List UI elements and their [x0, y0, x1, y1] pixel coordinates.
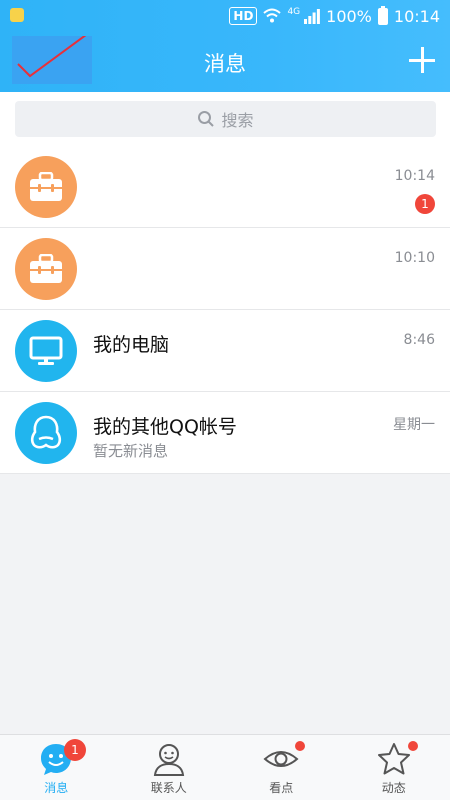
tab-contacts[interactable]: 联系人	[113, 735, 226, 800]
star-icon	[376, 741, 412, 777]
tab-watch[interactable]: 看点	[225, 735, 338, 800]
hd-indicator: HD	[229, 7, 258, 25]
notification-dot	[295, 741, 305, 751]
briefcase-icon	[15, 156, 77, 218]
status-bar: HD 4G 100% 10:14	[0, 0, 450, 32]
eye-icon	[263, 741, 299, 777]
monitor-icon	[15, 320, 77, 382]
tab-badge: 1	[64, 739, 86, 761]
conversation-row[interactable]: 10:10	[0, 228, 450, 310]
conversation-name: 我的电脑	[93, 334, 170, 356]
battery-percent: 100%	[326, 6, 372, 26]
search-icon	[198, 111, 215, 127]
conversation-time: 10:10	[394, 250, 435, 266]
qq-penguin-icon	[15, 402, 77, 464]
conversation-row[interactable]: 我的其他QQ帐号 暂无新消息 星期一	[0, 392, 450, 474]
tab-label: 看点	[269, 781, 294, 795]
signal-icon	[304, 9, 321, 24]
conversation-preview: 暂无新消息	[93, 442, 169, 460]
header: HD 4G 100% 10:14 消息	[0, 0, 450, 92]
status-bar-right: HD 4G 100% 10:14	[229, 5, 440, 27]
bottom-nav: 消息 1 联系人 看点 动态	[0, 734, 450, 800]
unread-badge: 1	[415, 194, 435, 214]
wifi-icon	[263, 8, 282, 23]
battery-icon	[377, 5, 388, 25]
tab-feeds[interactable]: 动态	[338, 735, 450, 800]
conversation-name: 我的其他QQ帐号	[93, 416, 237, 438]
conversation-time: 10:14	[394, 168, 435, 184]
contact-person-icon	[151, 741, 187, 777]
conversation-list: 10:14 1 10:10 我的电脑 8:46 我的其他QQ帐号 暂无新消息 星…	[0, 146, 450, 474]
conversation-time: 星期一	[393, 417, 435, 433]
search-placeholder: 搜索	[221, 111, 254, 130]
conversation-row[interactable]: 我的电脑 8:46	[0, 310, 450, 392]
clock: 10:14	[393, 6, 440, 26]
search-section: 搜索	[0, 92, 450, 146]
tab-label: 动态	[381, 781, 406, 795]
add-button[interactable]	[406, 44, 438, 76]
conversation-row[interactable]: 10:14 1	[0, 146, 450, 228]
tab-messages[interactable]: 消息 1	[0, 735, 113, 800]
tab-label: 联系人	[150, 781, 187, 795]
app-notification-icon	[10, 8, 24, 22]
conversation-time: 8:46	[403, 332, 435, 348]
briefcase-icon	[15, 238, 77, 300]
search-input[interactable]: 搜索	[15, 101, 436, 137]
notification-dot	[407, 741, 418, 751]
tab-label: 消息	[44, 781, 69, 795]
network-type: 4G	[287, 7, 301, 17]
page-title: 消息	[204, 52, 246, 76]
